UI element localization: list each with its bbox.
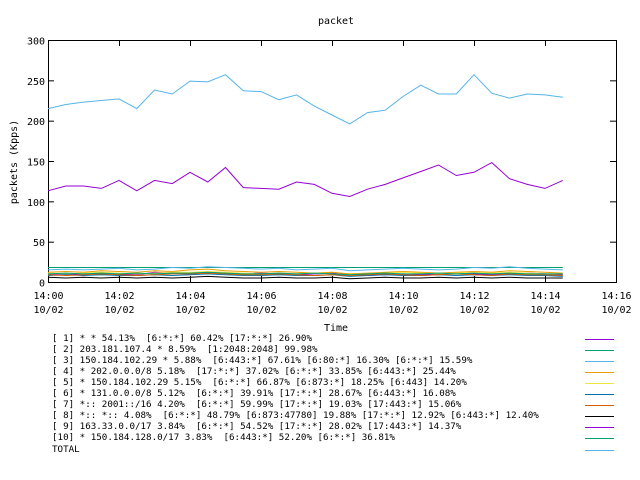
x-tick-label-date: 10/02 [175,305,205,316]
x-tick-label-time: 14:12 [459,291,489,302]
x-tick-label-time: 14:02 [104,291,134,302]
x-tick-label-date: 10/02 [530,305,560,316]
series-line-9 [47,161,564,198]
x-tick-label-time: 14:04 [175,291,205,302]
y-tick-label: 300 [27,37,45,48]
y-tick-label: 100 [27,198,45,209]
y-tick-label: 150 [27,158,45,169]
y-axis-label: packets (Kpps) [9,120,20,204]
x-axis-label: Time [324,323,348,334]
y-tick-label: 250 [27,77,45,88]
x-tick-label-time: 14:06 [246,291,276,302]
x-tick-label-time: 14:16 [601,291,631,302]
x-tick-label-date: 10/02 [33,305,63,316]
x-tick-label-date: 10/02 [317,305,347,316]
y-ticks: 0 50 100 150 200 250 300 [27,37,616,290]
x-tick-label-date: 10/02 [104,305,134,316]
x-tick-label-time: 14:10 [388,291,418,302]
plot-area [48,40,617,283]
series-line-8 [47,275,563,280]
x-tick-label-date: 10/02 [388,305,418,316]
x-tick-label-date: 10/02 [459,305,489,316]
x-tick-label-time: 14:14 [530,291,560,302]
series-lines [47,73,564,280]
x-tick-label-time: 14:00 [33,291,63,302]
packet-chart: packet packets (Kpps) Time 0 50 100 150 200 2… [9,16,632,334]
chart-title: packet [318,16,354,27]
y-tick-label: 50 [33,238,45,249]
y-tick-label: 0 [39,279,45,290]
x-tick-label-time: 14:08 [317,291,347,302]
y-tick-label: 200 [27,117,45,128]
x-tick-label-date: 10/02 [601,305,631,316]
x-tick-label-date: 10/02 [246,305,276,316]
series-line-11 [47,73,563,125]
